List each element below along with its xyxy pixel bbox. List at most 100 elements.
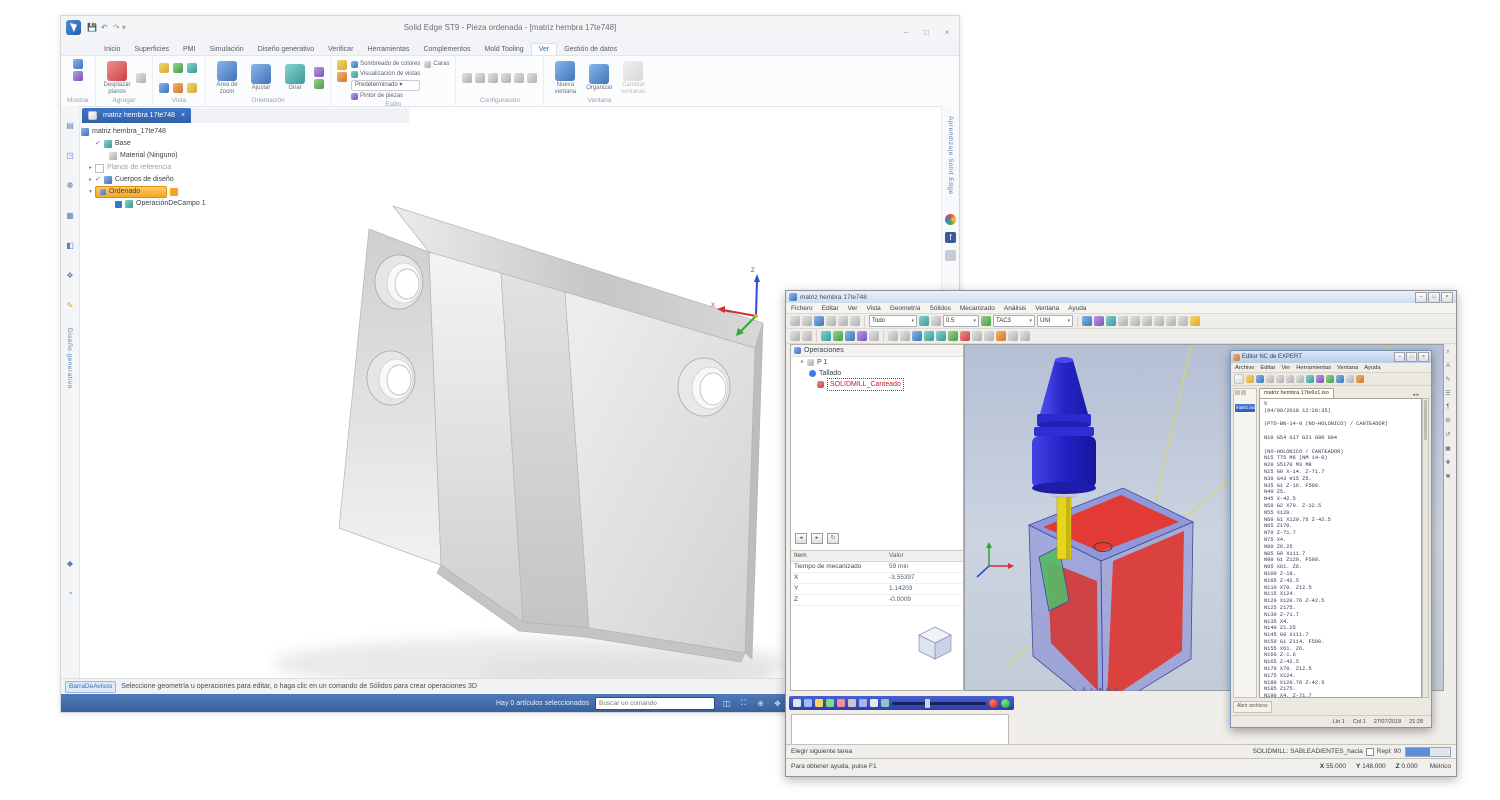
cam-minimize-button[interactable]: – [1415,292,1427,303]
cam-menu-item[interactable]: Vista [866,305,880,312]
cam-print-icon[interactable] [826,316,836,326]
style-dropdown[interactable]: Predeterminado ▾ [351,80,420,91]
pathfinder-root[interactable]: matriz hembra_17te748 [81,126,333,138]
view-right-icon[interactable] [159,83,169,93]
cam-collision-icon[interactable] [996,331,1006,341]
cam-redo-icon[interactable] [802,331,812,341]
nc-open-icon[interactable] [1246,375,1254,383]
nc-maximize-button[interactable]: □ [1406,352,1417,362]
add-plane-icon[interactable] [136,73,146,83]
organize-button[interactable]: Organizar [584,64,614,92]
cam-menu-item[interactable]: Geometría [890,305,921,312]
cam-view5-icon[interactable] [1178,316,1188,326]
config-icon-3[interactable] [488,73,498,83]
tab-gestion-datos[interactable]: Gestión de datos [557,44,624,55]
pan-icon[interactable] [314,67,324,77]
zoom-icon[interactable]: ⊕ [755,699,766,708]
social-icon[interactable] [945,250,956,261]
library-icon[interactable]: ▤ [64,120,76,132]
zoom-area-button[interactable]: Área de zoom [212,61,242,95]
command-search-input[interactable] [595,697,715,710]
help-edge-icon[interactable]: ◔ [64,588,76,600]
cam-rotcw-icon[interactable] [924,331,934,341]
prompt-tag[interactable]: BarraDeAvisos [65,681,116,693]
sim-go-icon[interactable] [1001,699,1010,708]
pathfinder-item-ordenado[interactable]: ▾ Ordenado [81,186,333,198]
sim-back-icon[interactable] [804,699,812,707]
tree-back-button[interactable]: ◂ [795,533,807,544]
nc-menu-item[interactable]: Ver [1282,365,1291,371]
tab-verificar[interactable]: Verificar [321,44,360,55]
cam-step-icon[interactable] [972,331,982,341]
nc-new-icon[interactable] [1234,374,1244,384]
tab-inicio[interactable]: Inicio [97,44,127,55]
sim-end-icon[interactable] [870,699,878,707]
pathfinder-item-operacion[interactable]: OperaciónDeCampo 1 [81,198,333,210]
cam-open-icon[interactable] [802,316,812,326]
prop-row[interactable]: X-3.55397 [791,573,963,584]
nc-menu-item[interactable]: Ayuda [1364,365,1380,371]
maximize-button[interactable]: □ [919,28,935,37]
cam-menu-item[interactable]: Ventana [1035,305,1059,312]
cam-view3-icon[interactable] [1154,316,1164,326]
rotate-button[interactable]: Girar [280,64,310,92]
cam-undo-icon[interactable] [790,331,800,341]
pathfinder-item-base[interactable]: ✓ Base [81,138,333,150]
config-icon-5[interactable] [514,73,524,83]
sim-forward-icon[interactable] [859,699,867,707]
tab-simulacion[interactable]: Simulación [202,44,250,55]
cam-sim-icon[interactable] [1082,316,1092,326]
cam-tool-icon[interactable] [981,316,991,326]
dock-undo-icon[interactable]: ↺ [1445,431,1450,438]
cam-stop-icon[interactable] [960,331,970,341]
sensors-icon[interactable]: ▦ [64,210,76,222]
cam-post-icon[interactable] [1106,316,1116,326]
sketch-pencil-icon[interactable]: ✎ [64,300,76,312]
cam-thread-icon[interactable] [869,331,879,341]
cam-new-icon[interactable] [790,316,800,326]
cam-wire2-icon[interactable] [900,331,910,341]
nc-cut-icon[interactable] [1276,375,1284,383]
cam-menu-item[interactable]: Mecanizado [960,305,995,312]
dock-para-icon[interactable]: ¶ [1446,404,1449,410]
sim-step-icon[interactable] [848,699,856,707]
browser-icon[interactable] [945,214,956,225]
cam-verify-icon[interactable] [1094,316,1104,326]
close-button[interactable]: × [939,28,955,37]
cam-menu-item[interactable]: Editar [822,305,839,312]
nc-menu-item[interactable]: Archivo [1235,365,1254,371]
dock-grid-icon[interactable]: ▣ [1445,445,1451,452]
cam-view1-icon[interactable] [1130,316,1140,326]
config-icon-6[interactable] [527,73,537,83]
tab-complementos[interactable]: Complementos [416,44,477,55]
cam-wire1-icon[interactable] [888,331,898,341]
nc-menu-item[interactable]: Editar [1260,365,1275,371]
dock-gear-icon[interactable]: ⚙ [1445,417,1450,424]
tool-combo[interactable]: TAC3▾ [993,315,1035,327]
ordenado-highlight[interactable]: Ordenado [95,186,167,198]
checkbox-filled-icon[interactable] [115,201,122,208]
tab-diseno-generativo[interactable]: Diseño generativo [251,44,321,55]
part-painter-button[interactable]: Pintor de piezas [351,92,420,101]
cam-maximize-button[interactable]: □ [1428,292,1440,303]
config-icon-1[interactable] [462,73,472,83]
pathfinder-item-cuerpos[interactable]: ▸ ✓ Cuerpos de diseño [81,174,333,186]
facebook-icon[interactable]: f [945,232,956,243]
cam-view2-icon[interactable] [1142,316,1152,326]
cam-fast-icon[interactable] [984,331,994,341]
checkbox-empty-icon[interactable] [95,164,104,173]
minimize-button[interactable]: – [898,28,914,37]
nc-open-files-tab[interactable]: Abrir archivos [1233,701,1272,713]
new-window-button[interactable]: Nueva ventana [550,61,580,95]
sim-progress-slider[interactable] [892,702,986,705]
metal-part[interactable] [339,206,763,662]
cam-tree-item-selected[interactable]: SOLIDMILL_Canteado [791,379,963,390]
sim-rewind-icon[interactable] [793,699,801,707]
cam-stock-icon[interactable] [1118,316,1128,326]
nc-open-file-item[interactable]: matriz.iso [1235,404,1255,412]
pathfinder-item-planos[interactable]: ▸ Planos de referencia [81,162,333,174]
cam-drill-icon[interactable] [857,331,867,341]
cam-view4-icon[interactable] [1166,316,1176,326]
style-check-colors[interactable]: Sombreado de colores [351,60,420,69]
sim-stop-icon[interactable] [837,699,845,707]
